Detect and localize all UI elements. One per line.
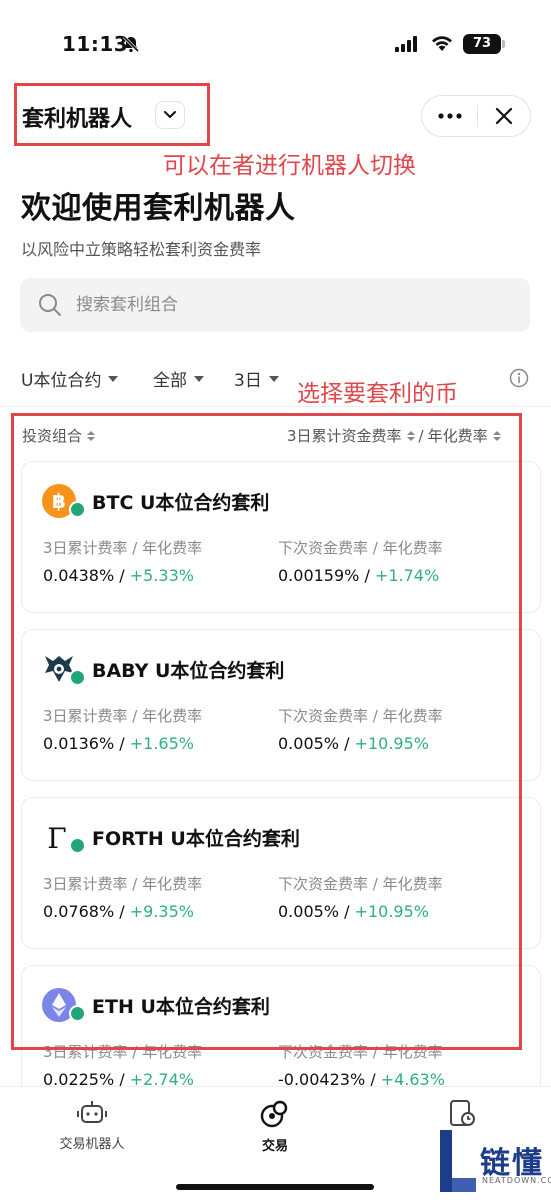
wifi-icon (432, 36, 452, 51)
search-box[interactable] (20, 278, 530, 332)
more-button[interactable] (422, 96, 477, 136)
sort-portfolio[interactable]: 投资组合 (22, 425, 96, 446)
nav-trade-label: 交易 (261, 1139, 288, 1154)
annotation-switch-bot: 可以在者进行机器人切换 (163, 153, 416, 179)
metric-label-cumulative: 3日累计费率 / 年化费率 (43, 539, 203, 557)
cellular-signal-icon (395, 36, 417, 52)
sort-icon (87, 430, 96, 441)
watermark-logo: 链懂 NEATDOWN.COM (436, 1126, 551, 1196)
battery-level: 73 (463, 34, 501, 54)
bell-off-icon (122, 35, 140, 53)
list-item[interactable]: Γ FORTH U本位合约套利 3日累计费率 / 年化费率 0.0768% / … (21, 797, 541, 949)
filter-contract-type[interactable]: U本位合约 (21, 366, 119, 391)
battery-cap (502, 40, 505, 48)
metric-value-cumulative: 0.0768% / +9.35% (43, 902, 194, 921)
filter-contract-type-label: U本位合约 (21, 371, 102, 391)
caret-down-icon (268, 375, 279, 382)
badge-icon (69, 1005, 86, 1022)
close-icon (495, 107, 513, 125)
filter-divider (0, 406, 551, 407)
filter-period-label: 3日 (234, 371, 262, 391)
caret-down-icon (108, 375, 119, 382)
metric-value-cumulative: 0.0438% / +5.33% (43, 566, 194, 585)
history-clock-icon (450, 1100, 475, 1126)
sort-icon (406, 430, 415, 441)
list-item[interactable]: ฿ BTC U本位合约套利 3日累计费率 / 年化费率 0.0438% / +5… (21, 461, 541, 613)
chevron-down-icon (164, 111, 176, 118)
nav-trading-bots-label: 交易机器人 (59, 1137, 125, 1152)
svg-text:Γ: Γ (47, 822, 66, 854)
caret-down-icon (194, 375, 204, 382)
home-indicator[interactable] (176, 1184, 374, 1190)
metric-value-cumulative: 0.0136% / +1.65% (43, 734, 194, 753)
card-title: BTC U本位合约套利 (92, 492, 270, 514)
list-item[interactable]: BABY U本位合约套利 3日累计费率 / 年化费率 0.0136% / +1.… (21, 629, 541, 781)
watermark-l-icon (440, 1130, 476, 1192)
header-action-pill (421, 95, 531, 137)
svg-text:฿: ฿ (52, 489, 66, 513)
close-button[interactable] (478, 96, 530, 136)
bot-switch-dropdown[interactable] (155, 101, 185, 129)
watermark-en: NEATDOWN.COM (482, 1176, 551, 1185)
page-title: 欢迎使用套利机器人 (21, 191, 296, 226)
nav-trade[interactable]: 交易 (240, 1099, 310, 1154)
trade-icon (260, 1100, 288, 1128)
metric-value-next: 0.00159% / +1.74% (278, 566, 440, 585)
metric-label-next: 下次资金费率 / 年化费率 (278, 1043, 443, 1061)
status-time: 11:13 (62, 32, 129, 56)
list-header-annual-rate: 年化费率 (427, 427, 488, 445)
search-input[interactable] (76, 278, 506, 332)
filter-scope-label: 全部 (153, 371, 187, 391)
ellipsis-icon (437, 113, 462, 119)
metric-label-cumulative: 3日累计费率 / 年化费率 (43, 875, 203, 893)
nav-trading-bots[interactable]: 交易机器人 (52, 1099, 132, 1152)
bot-name[interactable]: 套利机器人 (22, 101, 132, 133)
metric-label-next: 下次资金费率 / 年化费率 (278, 539, 443, 557)
metric-label-next: 下次资金费率 / 年化费率 (278, 707, 443, 725)
filter-scope[interactable]: 全部 (153, 366, 204, 391)
sort-icon (492, 430, 501, 441)
sort-funding-rate[interactable]: 3日累计资金费率 / 年化费率 (287, 425, 501, 446)
info-icon[interactable] (509, 368, 529, 388)
badge-icon (69, 501, 86, 518)
card-title: FORTH U本位合约套利 (92, 828, 300, 850)
badge-icon (69, 669, 86, 686)
card-title: BABY U本位合约套利 (92, 660, 285, 682)
metric-label-cumulative: 3日累计费率 / 年化费率 (43, 707, 203, 725)
metric-value-next: 0.005% / +10.95% (278, 902, 429, 921)
robot-icon (77, 1101, 107, 1123)
page-subtitle: 以风险中立策略轻松套利资金费率 (21, 240, 262, 259)
filter-period[interactable]: 3日 (234, 366, 279, 391)
metric-label-next: 下次资金费率 / 年化费率 (278, 875, 443, 893)
metric-value-next: 0.005% / +10.95% (278, 734, 429, 753)
status-bar: 11:13 73 (0, 0, 551, 80)
metric-label-cumulative: 3日累计费率 / 年化费率 (43, 1043, 203, 1061)
list-header-separator: / (418, 426, 424, 445)
annotation-select-coin: 选择要套利的币 (297, 381, 458, 407)
list-header-portfolio: 投资组合 (22, 427, 83, 445)
card-title: ETH U本位合约套利 (92, 996, 270, 1018)
badge-icon (69, 837, 86, 854)
list-header-cumulative-rate: 3日累计资金费率 (287, 427, 402, 445)
search-icon (39, 294, 61, 316)
